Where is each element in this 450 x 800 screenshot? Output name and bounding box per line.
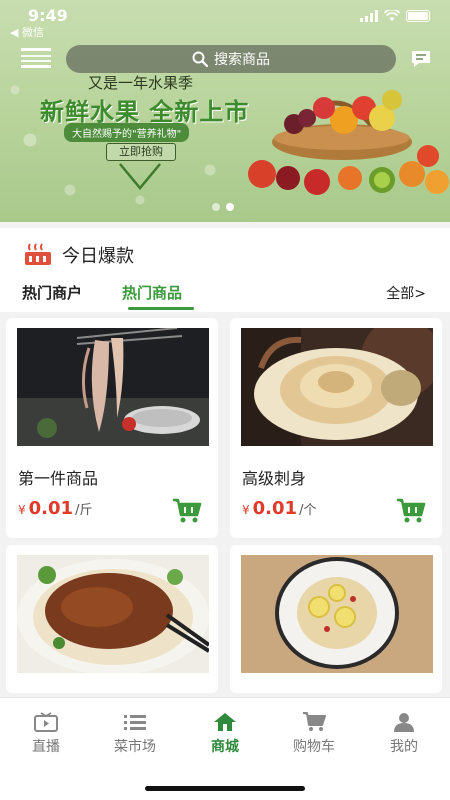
product-card[interactable]: 高级刺身 ¥ 0.01 /个 — [230, 318, 442, 538]
message-icon[interactable] — [410, 48, 432, 70]
buy-now-button[interactable]: 立即抢购 — [106, 143, 176, 161]
category-menu-icon[interactable] — [20, 46, 52, 72]
pagination-dot-active[interactable] — [226, 203, 234, 211]
status-time: 9:49 — [28, 6, 68, 25]
home-indicator — [145, 786, 305, 791]
product-name: 高级刺身 — [242, 469, 307, 488]
battery-icon — [406, 10, 430, 22]
search-icon — [192, 51, 208, 67]
user-icon — [394, 713, 414, 732]
product-name: 第一件商品 — [18, 469, 99, 488]
currency-symbol: ¥ — [18, 503, 26, 517]
status-bar: 9:49 ◀ 微信 — [0, 0, 450, 40]
hot-section: 今日爆款 热门商户 热门商品 全部> — [0, 228, 450, 312]
banner-pagination — [212, 203, 234, 211]
nav-label: 购物车 — [293, 739, 335, 755]
search-bar[interactable]: 搜索商品 — [66, 45, 396, 73]
banner-title: 新鲜水果 全新上市 — [40, 98, 250, 126]
price-unit: /个 — [299, 503, 317, 518]
pagination-dot[interactable] — [212, 203, 220, 211]
fruit-basket-image — [248, 90, 449, 195]
product-image — [17, 555, 209, 673]
nav-item-me[interactable]: 我的 — [364, 712, 444, 756]
add-to-cart-icon[interactable] — [172, 498, 202, 524]
nav-label: 我的 — [390, 739, 418, 755]
search-placeholder: 搜索商品 — [214, 52, 270, 68]
chevron-down-icon — [119, 163, 161, 190]
add-to-cart-icon[interactable] — [396, 498, 426, 524]
nav-item-mall[interactable]: 商城 — [185, 712, 265, 756]
back-to-wechat[interactable]: ◀ 微信 — [10, 24, 44, 40]
product-card[interactable]: 第一件商品 ¥ 0.01 /斤 — [6, 318, 218, 538]
cart-icon — [303, 712, 326, 731]
view-all-link[interactable]: 全部> — [386, 283, 426, 303]
product-card[interactable] — [230, 545, 442, 693]
promo-banner[interactable]: 9:49 ◀ 微信 搜索商品 又是一年水果季 新鲜水果 全新上市 大自然赐予的"… — [0, 0, 450, 222]
hot-pot-icon — [25, 243, 51, 265]
product-image — [241, 328, 433, 446]
price-amount: 0.01 — [28, 498, 74, 519]
tv-icon — [34, 712, 58, 732]
nav-item-cart[interactable]: 购物车 — [274, 712, 354, 756]
product-price: ¥ 0.01 /斤 — [18, 498, 92, 519]
nav-item-market[interactable]: 菜市场 — [95, 712, 175, 756]
nav-label: 直播 — [32, 739, 60, 755]
signal-icon — [360, 10, 378, 22]
nav-label: 菜市场 — [114, 739, 156, 755]
tab-hot-products[interactable]: 热门商品 — [122, 282, 182, 303]
product-image — [17, 328, 209, 446]
nav-item-live[interactable]: 直播 — [6, 712, 86, 756]
product-image — [241, 555, 433, 673]
section-title: 今日爆款 — [62, 246, 134, 267]
price-unit: /斤 — [75, 503, 93, 518]
status-icons — [360, 10, 430, 22]
tab-hot-merchants[interactable]: 热门商户 — [22, 282, 82, 303]
product-card[interactable] — [6, 545, 218, 693]
banner-tag: 大自然赐予的"营养礼物" — [64, 123, 190, 142]
price-amount: 0.01 — [252, 498, 298, 519]
product-price: ¥ 0.01 /个 — [242, 498, 316, 519]
nav-label: 商城 — [211, 739, 239, 755]
currency-symbol: ¥ — [242, 503, 250, 517]
wifi-icon — [384, 10, 400, 21]
banner-subtitle: 又是一年水果季 — [88, 74, 194, 92]
list-icon — [124, 715, 146, 730]
bottom-nav: 直播 菜市场 商城 购物车 我的 — [0, 697, 450, 800]
home-icon — [214, 713, 236, 731]
active-tab-indicator — [128, 307, 194, 310]
